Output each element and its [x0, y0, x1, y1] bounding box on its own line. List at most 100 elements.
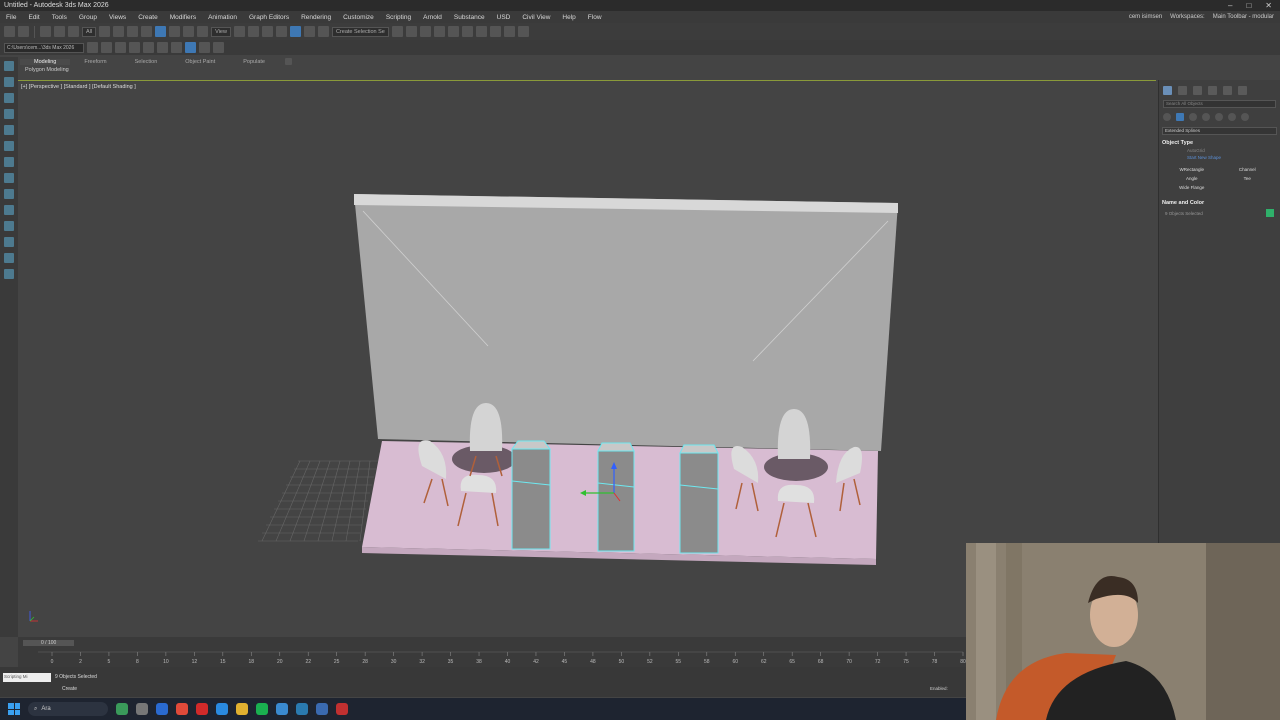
- object-search-input[interactable]: Search All Objects: [1163, 100, 1276, 108]
- autogrid-checkbox[interactable]: AutoGrid: [1187, 148, 1252, 153]
- tee-button[interactable]: Tee: [1223, 175, 1273, 182]
- rendered-frame-icon[interactable]: [503, 26, 515, 37]
- selection-lock-icon[interactable]: [129, 42, 140, 53]
- maximize-button[interactable]: □: [1246, 1, 1251, 10]
- brush-preset-icon[interactable]: [199, 42, 210, 53]
- edge-alt-icon[interactable]: [216, 703, 228, 715]
- sort-icon[interactable]: [4, 189, 14, 199]
- select-object-icon[interactable]: [99, 26, 111, 37]
- selection-filter-dropdown[interactable]: All: [82, 26, 97, 37]
- link-icon[interactable]: [40, 26, 51, 37]
- align-icon[interactable]: [405, 26, 417, 37]
- menu-create[interactable]: Create: [132, 14, 164, 21]
- windows-start-icon[interactable]: [8, 703, 20, 715]
- explorer-options-icon[interactable]: [4, 269, 14, 279]
- grid-icon[interactable]: [157, 42, 168, 53]
- shapes-icon[interactable]: [1176, 113, 1184, 121]
- render-setup-icon[interactable]: [489, 26, 501, 37]
- workspace-select[interactable]: Main Toolbar - modular: [1213, 14, 1274, 20]
- tab-object-paint[interactable]: Object Paint: [171, 59, 229, 65]
- redo-icon[interactable]: [18, 26, 29, 37]
- percent-snap-icon[interactable]: [303, 26, 315, 37]
- project-folder-icon[interactable]: [87, 42, 98, 53]
- menu-help[interactable]: Help: [556, 14, 581, 21]
- select-by-name-icon[interactable]: [113, 26, 125, 37]
- cameras-icon[interactable]: [1202, 113, 1210, 121]
- menu-views[interactable]: Views: [103, 14, 132, 21]
- named-selection-sets-input[interactable]: Create Selection Se: [331, 26, 389, 37]
- menu-arnold[interactable]: Arnold: [417, 14, 448, 21]
- project-path-field[interactable]: C:\Users\cem...\3ds Max 2026: [4, 42, 84, 53]
- select-place-icon[interactable]: [197, 26, 209, 37]
- geometry-icon[interactable]: [1163, 113, 1171, 121]
- app-icon[interactable]: [316, 703, 328, 715]
- tab-selection[interactable]: Selection: [121, 59, 172, 65]
- unlink-icon[interactable]: [54, 26, 65, 37]
- create-icon[interactable]: [4, 61, 14, 71]
- menu-usd[interactable]: USD: [491, 14, 517, 21]
- menu-tools[interactable]: Tools: [46, 14, 73, 21]
- menu-modifiers[interactable]: Modifiers: [164, 14, 202, 21]
- motion-icon[interactable]: [4, 109, 14, 119]
- angle-button[interactable]: Angle: [1167, 175, 1217, 182]
- menu-group[interactable]: Group: [73, 14, 103, 21]
- motion-tab-icon[interactable]: [1208, 86, 1217, 95]
- keyboard-shortcut-icon[interactable]: [261, 26, 273, 37]
- select-manipulate-icon[interactable]: [247, 26, 259, 37]
- hide-icon[interactable]: [4, 221, 14, 231]
- objects-selected-field[interactable]: 9 Objects Selected: [1165, 211, 1203, 216]
- hierarchy-icon[interactable]: [4, 93, 14, 103]
- helpers-icon[interactable]: [1215, 113, 1223, 121]
- utilities-icon[interactable]: [4, 141, 14, 151]
- edge-icon[interactable]: [156, 703, 168, 715]
- menu-graph-editors[interactable]: Graph Editors: [243, 14, 295, 21]
- object-type-rollout[interactable]: Object Type: [1162, 140, 1277, 146]
- tab-populate[interactable]: Populate: [229, 59, 279, 65]
- task-view-icon[interactable]: [136, 703, 148, 715]
- wrectangle-button[interactable]: WRectangle: [1167, 166, 1217, 173]
- telegram-icon[interactable]: [276, 703, 288, 715]
- menu-file[interactable]: File: [0, 14, 22, 21]
- hierarchy-tab-icon[interactable]: [1193, 86, 1202, 95]
- undo-icon[interactable]: [4, 26, 15, 37]
- maxscript-listener-field[interactable]: Scripting Mi: [3, 673, 51, 682]
- display-icon[interactable]: [4, 125, 14, 135]
- curve-editor-icon[interactable]: [447, 26, 459, 37]
- viewport-layout-icon[interactable]: [185, 42, 196, 53]
- tab-freeform[interactable]: Freeform: [70, 59, 120, 65]
- menu-edit[interactable]: Edit: [22, 14, 45, 21]
- file-explorer-icon[interactable]: [236, 703, 248, 715]
- scene-explorer-side-icon[interactable]: [4, 157, 14, 167]
- mirror-icon[interactable]: [391, 26, 403, 37]
- menu-flow[interactable]: Flow: [582, 14, 608, 21]
- snaps-toggle-icon[interactable]: [275, 26, 287, 37]
- scene-states-icon[interactable]: [171, 42, 182, 53]
- menu-civil-view[interactable]: Civil View: [516, 14, 556, 21]
- wide-flange-button[interactable]: Wide Flange: [1167, 184, 1217, 191]
- close-button[interactable]: ✕: [1265, 1, 1272, 10]
- spotify-icon[interactable]: [256, 703, 268, 715]
- tab-modeling[interactable]: Modeling: [20, 58, 71, 65]
- window-crossing-icon[interactable]: [141, 26, 153, 37]
- name-and-color-rollout[interactable]: Name and Color: [1162, 200, 1277, 206]
- minimize-button[interactable]: –: [1228, 1, 1232, 10]
- snap-toggle-2-icon[interactable]: [115, 42, 126, 53]
- chrome-icon[interactable]: [176, 703, 188, 715]
- time-slider[interactable]: 0 / 100: [23, 640, 75, 646]
- display-tab-icon[interactable]: [1223, 86, 1232, 95]
- select-move-icon[interactable]: [155, 26, 167, 37]
- pivot-center-icon[interactable]: [233, 26, 245, 37]
- 3dsmax-icon[interactable]: [296, 703, 308, 715]
- systems-icon[interactable]: [1241, 113, 1249, 121]
- reference-coordinate-dropdown[interactable]: View: [211, 26, 231, 37]
- modify-icon[interactable]: [4, 77, 14, 87]
- layer-explorer-icon[interactable]: [433, 26, 445, 37]
- select-rotate-icon[interactable]: [169, 26, 181, 37]
- selection-region-icon[interactable]: [127, 26, 139, 37]
- clone-icon[interactable]: [213, 42, 224, 53]
- timeline[interactable]: 0 / 100 0 2 5 8 10 12 15 18 20 22 25 28 30 32 35 38 40 42…: [18, 637, 968, 667]
- layer-side-icon[interactable]: [4, 173, 14, 183]
- spinner-snap-icon[interactable]: [317, 26, 329, 37]
- menu-scripting[interactable]: Scripting: [380, 14, 417, 21]
- menu-substance[interactable]: Substance: [448, 14, 491, 21]
